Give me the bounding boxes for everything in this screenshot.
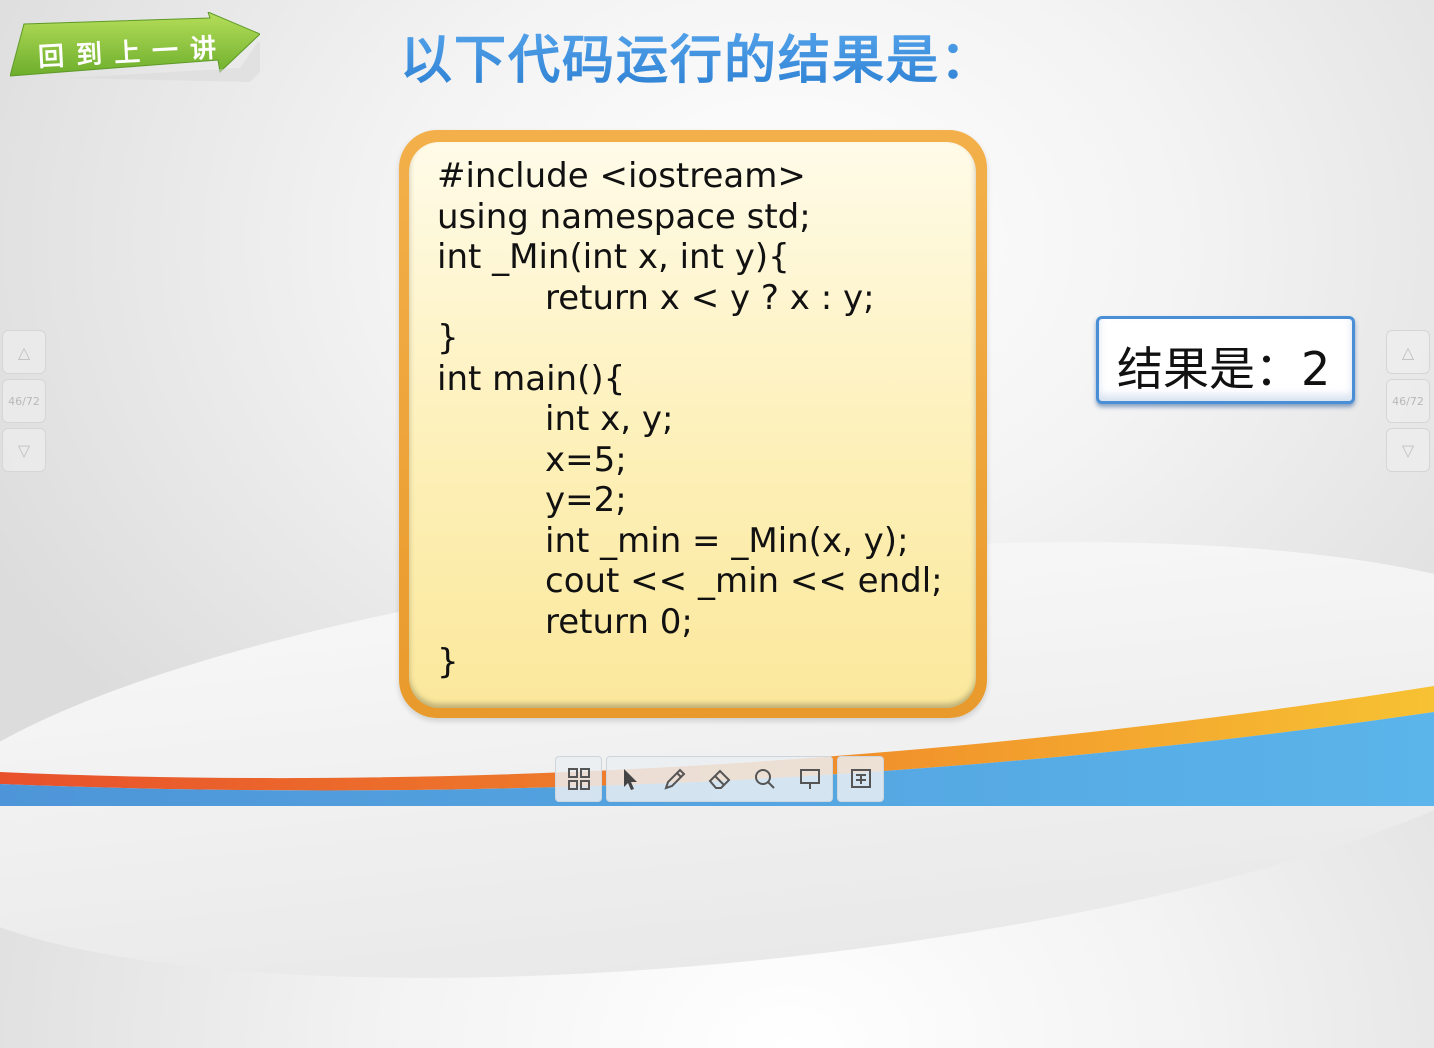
pen-icon [663,768,685,790]
code-line: int x, y; [545,399,674,439]
code-panel: #include <iostream> using namespace std; i… [399,130,987,718]
triangle-up-icon: △ [17,342,31,362]
pointer-icon [623,769,637,790]
code-line: int _Min(int x, int y){ [437,237,790,277]
grid-button[interactable] [556,757,601,801]
page-up-button[interactable]: △ [2,330,46,374]
pointer-button[interactable] [607,757,652,801]
code-line: int _min = _Min(x, y); [545,520,909,561]
presentation-toolbar [555,756,884,802]
screen-icon [850,769,871,788]
left-pager: △ 46/72 ▽ [2,330,46,477]
eraser-icon [708,769,730,789]
eraser-button[interactable] [697,757,742,801]
page-down-button[interactable]: ▽ [2,428,46,472]
toolbar-group-menu [555,756,602,802]
code-line: cout << _min << endl; [545,561,943,601]
code-line: #include <iostream> [437,156,806,196]
triangle-down-icon: ▽ [1401,440,1415,460]
result-text: 结果是：2 [1117,342,1331,396]
triangle-up-icon: △ [1401,342,1415,362]
page-indicator: 46/72 [2,379,46,423]
code-block: #include <iostream> using namespace std; i… [437,156,943,683]
code-line: return x < y ? x : y; [545,277,875,318]
board-icon [799,769,820,789]
page-indicator: 46/72 [1386,379,1430,423]
right-pager: △ 46/72 ▽ [1386,330,1430,477]
code-line: int main(){ [437,358,626,399]
code-panel-inner: #include <iostream> using namespace std; i… [409,142,976,708]
code-line: using namespace std; [437,196,811,237]
toolbar-group-tools [606,756,833,802]
code-line: x=5; [545,439,627,480]
code-line: return 0; [545,601,693,642]
page-count: 46/72 [8,394,40,408]
result-box: 结果是：2 [1096,316,1355,404]
page-title: 以下代码运行的结果是： [400,18,994,93]
zoom-button[interactable] [742,757,787,801]
whiteboard-button[interactable] [787,757,832,801]
screen-button[interactable] [838,757,883,801]
back-to-previous-lecture-button[interactable]: 回到上一讲 [10,12,260,82]
pen-button[interactable] [652,757,697,801]
code-line: y=2; [545,480,627,520]
page-up-button[interactable]: △ [1386,330,1430,374]
code-line: } [437,642,459,682]
page-down-button[interactable]: ▽ [1386,428,1430,472]
page-count: 46/72 [1392,394,1424,408]
toolbar-group-screen [837,756,884,802]
code-line: } [437,318,459,358]
grid-icon [567,768,590,790]
triangle-down-icon: ▽ [17,440,31,460]
search-icon [754,769,775,789]
